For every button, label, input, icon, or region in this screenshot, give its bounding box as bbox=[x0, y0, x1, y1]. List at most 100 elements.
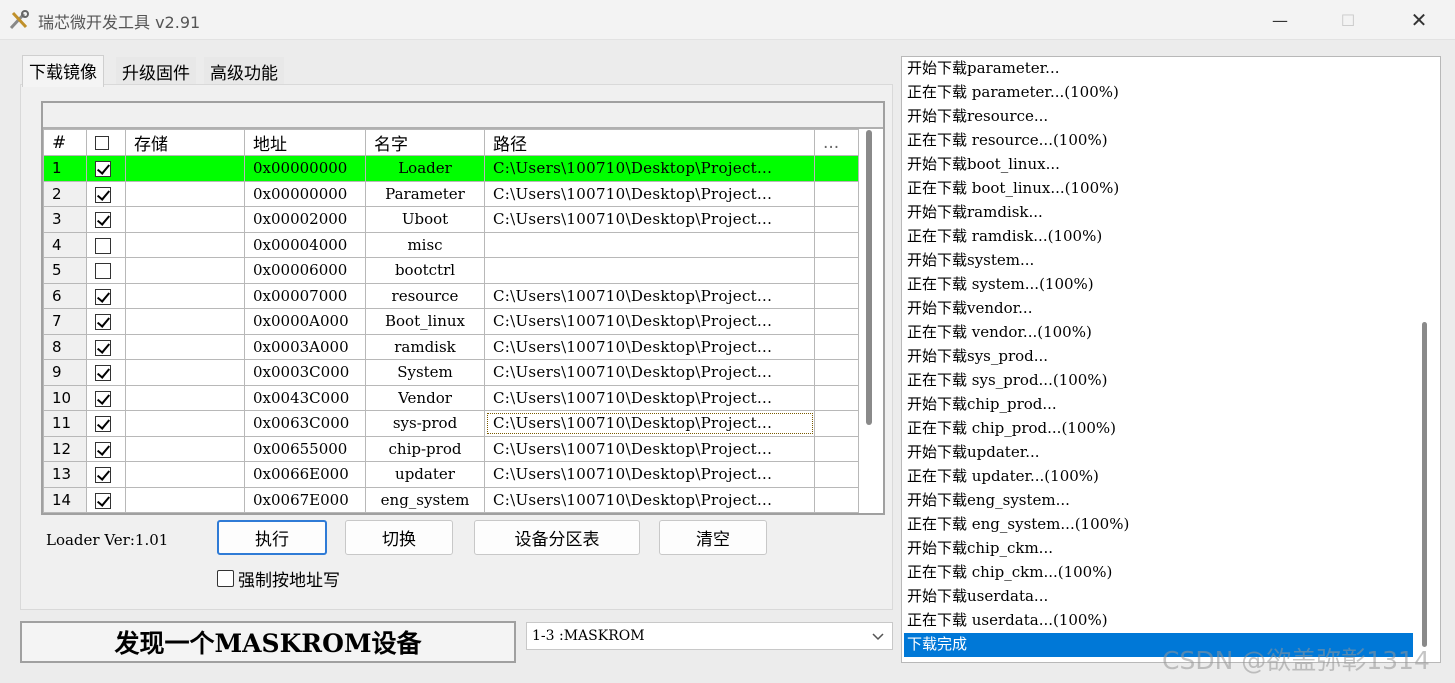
row-checkbox[interactable] bbox=[86, 155, 126, 182]
row-checkbox-box[interactable] bbox=[95, 416, 111, 433]
row-path[interactable]: C:\Users\100710\Desktop\Project... bbox=[484, 282, 815, 309]
log-panel[interactable]: 开始下载parameter... 正在下载 parameter...(100%) 开… bbox=[901, 56, 1441, 663]
tab-download-image[interactable]: 下载镜像 bbox=[22, 55, 104, 87]
row-checkbox[interactable] bbox=[86, 206, 126, 233]
row-checkbox[interactable] bbox=[86, 333, 126, 360]
row-storage[interactable] bbox=[125, 486, 245, 513]
row-checkbox-box[interactable] bbox=[95, 263, 111, 280]
row-path[interactable]: C:\Users\100710\Desktop\Project... bbox=[484, 486, 815, 513]
row-path[interactable]: C:\Users\100710\Desktop\Project... bbox=[484, 308, 815, 335]
row-checkbox-box[interactable] bbox=[95, 314, 111, 331]
table-row[interactable]: 13 0x0066E000 updater C:\Users\100710\Deskt… bbox=[43, 461, 859, 488]
row-name[interactable]: bootctrl bbox=[365, 257, 485, 284]
row-storage[interactable] bbox=[125, 308, 245, 335]
row-num[interactable]: 14 bbox=[43, 486, 87, 513]
row-name[interactable]: ramdisk bbox=[365, 333, 485, 360]
table-row[interactable]: 9 0x0003C000 System C:\Users\100710\Desktop… bbox=[43, 359, 859, 386]
row-num[interactable]: 12 bbox=[43, 435, 87, 462]
row-more[interactable] bbox=[814, 308, 859, 335]
row-storage[interactable] bbox=[125, 384, 245, 411]
row-checkbox[interactable] bbox=[86, 282, 126, 309]
row-checkbox-box[interactable] bbox=[95, 467, 111, 484]
row-checkbox-box[interactable] bbox=[95, 390, 111, 407]
table-row[interactable]: 2 0x00000000 Parameter C:\Users\100710\Desk… bbox=[43, 180, 859, 207]
row-address[interactable]: 0x00006000 bbox=[244, 257, 366, 284]
row-address[interactable]: 0x00655000 bbox=[244, 435, 366, 462]
row-checkbox[interactable] bbox=[86, 359, 126, 386]
row-address[interactable]: 0x00007000 bbox=[244, 282, 366, 309]
row-storage[interactable] bbox=[125, 231, 245, 258]
row-more[interactable] bbox=[814, 486, 859, 513]
row-path[interactable]: C:\Users\100710\Desktop\Project... bbox=[484, 384, 815, 411]
row-path[interactable]: C:\Users\100710\Desktop\Project... bbox=[484, 359, 815, 386]
row-name[interactable]: Boot_linux bbox=[365, 308, 485, 335]
table-row[interactable]: 8 0x0003A000 ramdisk C:\Users\100710\Deskto… bbox=[43, 333, 859, 360]
row-num[interactable]: 7 bbox=[43, 308, 87, 335]
row-name[interactable]: System bbox=[365, 359, 485, 386]
row-checkbox-box[interactable] bbox=[95, 237, 111, 254]
row-num[interactable]: 5 bbox=[43, 257, 87, 284]
row-num[interactable]: 2 bbox=[43, 180, 87, 207]
maximize-button[interactable]: ☐ bbox=[1313, 0, 1383, 40]
clear-button[interactable]: 清空 bbox=[659, 520, 767, 555]
row-address[interactable]: 0x00000000 bbox=[244, 155, 366, 182]
row-storage[interactable] bbox=[125, 359, 245, 386]
row-more[interactable] bbox=[814, 231, 859, 258]
row-storage[interactable] bbox=[125, 206, 245, 233]
row-more[interactable] bbox=[814, 155, 859, 182]
row-more[interactable] bbox=[814, 333, 859, 360]
row-address[interactable]: 0x0000A000 bbox=[244, 308, 366, 335]
row-address[interactable]: 0x0066E000 bbox=[244, 461, 366, 488]
row-address[interactable]: 0x00002000 bbox=[244, 206, 366, 233]
table-row[interactable]: 10 0x0043C000 Vendor C:\Users\100710\Deskto… bbox=[43, 384, 859, 411]
row-storage[interactable] bbox=[125, 155, 245, 182]
row-path[interactable]: C:\Users\100710\Desktop\Project... bbox=[484, 333, 815, 360]
row-num[interactable]: 1 bbox=[43, 155, 87, 182]
row-checkbox[interactable] bbox=[86, 384, 126, 411]
row-address[interactable]: 0x0063C000 bbox=[244, 410, 366, 437]
row-num[interactable]: 9 bbox=[43, 359, 87, 386]
switch-button[interactable]: 切换 bbox=[345, 520, 453, 555]
table-row[interactable]: 3 0x00002000 Uboot C:\Users\100710\Desktop\… bbox=[43, 206, 859, 233]
close-button[interactable]: ✕ bbox=[1384, 0, 1454, 40]
row-num[interactable]: 6 bbox=[43, 282, 87, 309]
execute-button[interactable]: 执行 bbox=[217, 520, 327, 555]
row-storage[interactable] bbox=[125, 435, 245, 462]
table-row[interactable]: 1 0x00000000 Loader C:\Users\100710\Desktop… bbox=[43, 155, 859, 182]
row-storage[interactable] bbox=[125, 410, 245, 437]
row-name[interactable]: Parameter bbox=[365, 180, 485, 207]
row-storage[interactable] bbox=[125, 282, 245, 309]
row-num[interactable]: 13 bbox=[43, 461, 87, 488]
row-name[interactable]: resource bbox=[365, 282, 485, 309]
row-checkbox[interactable] bbox=[86, 308, 126, 335]
row-name[interactable]: chip-prod bbox=[365, 435, 485, 462]
row-storage[interactable] bbox=[125, 180, 245, 207]
row-more[interactable] bbox=[814, 410, 859, 437]
row-path[interactable]: C:\Users\100710\Desktop\Project... bbox=[484, 155, 815, 182]
row-name[interactable]: Uboot bbox=[365, 206, 485, 233]
row-checkbox[interactable] bbox=[86, 231, 126, 258]
table-row[interactable]: 6 0x00007000 resource C:\Users\100710\Deskt… bbox=[43, 282, 859, 309]
table-row[interactable]: 11 0x0063C000 sys-prod C:\Users\100710\Desk… bbox=[43, 410, 859, 437]
row-path[interactable]: C:\Users\100710\Desktop\Project... bbox=[484, 410, 815, 437]
col-header-check[interactable] bbox=[86, 129, 126, 156]
row-path[interactable]: C:\Users\100710\Desktop\Project... bbox=[484, 206, 815, 233]
row-num[interactable]: 4 bbox=[43, 231, 87, 258]
row-checkbox-box[interactable] bbox=[95, 161, 111, 178]
row-more[interactable] bbox=[814, 461, 859, 488]
minimize-button[interactable]: — bbox=[1245, 0, 1315, 40]
tab-upgrade-firmware[interactable]: 升级固件 bbox=[116, 57, 196, 87]
row-name[interactable]: Vendor bbox=[365, 384, 485, 411]
row-checkbox[interactable] bbox=[86, 180, 126, 207]
row-path[interactable] bbox=[484, 257, 815, 284]
row-name[interactable]: misc bbox=[365, 231, 485, 258]
row-name[interactable]: sys-prod bbox=[365, 410, 485, 437]
row-more[interactable] bbox=[814, 257, 859, 284]
row-name[interactable]: updater bbox=[365, 461, 485, 488]
row-checkbox[interactable] bbox=[86, 461, 126, 488]
row-name[interactable]: eng_system bbox=[365, 486, 485, 513]
row-address[interactable]: 0x00000000 bbox=[244, 180, 366, 207]
row-checkbox[interactable] bbox=[86, 486, 126, 513]
row-checkbox-box[interactable] bbox=[95, 339, 111, 356]
table-row[interactable]: 14 0x0067E000 eng_system C:\Users\100710\De… bbox=[43, 486, 859, 513]
